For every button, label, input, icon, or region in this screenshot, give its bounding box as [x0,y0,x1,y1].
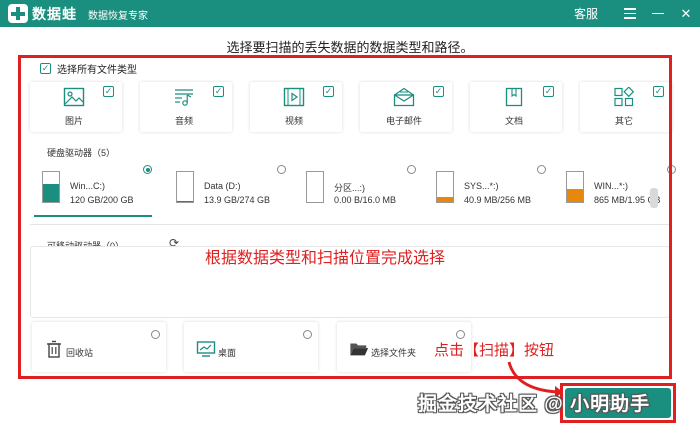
file-type-label: 电子邮件 [385,116,422,126]
drive-radio[interactable] [277,165,286,174]
other-icon [614,87,635,107]
drive-item-win[interactable]: WIN...*:) 865 MB/1.95 GB [558,165,676,217]
app-brand: 数据蛙 [32,6,77,22]
location-desktop[interactable]: 桌面 [184,322,318,372]
watermark-text: 掘金技术社区 @ 小明助手 [418,394,651,415]
drive-icon [42,171,60,203]
location-label: 回收站 [66,348,94,358]
drive-item-c[interactable]: Win...C:) 120 GB/200 GB [34,165,152,217]
hard-drive-list: Win...C:) 120 GB/200 GB Data (D:) 13.9 G… [30,157,676,225]
app-subtitle: 数据恢复专家 [88,11,148,22]
file-type-card-video[interactable]: ✓ 视频 [250,82,342,132]
drive-size: 13.9 GB/274 GB [204,195,271,205]
menu-icon[interactable] [616,0,644,27]
title-bar: 数据蛙 数据恢复专家 客服 ✕ [0,0,700,27]
page-heading: 选择要扫描的丢失数据的数据类型和路径。 [226,40,474,55]
checkbox-checked-icon[interactable]: ✓ [323,86,334,97]
location-recycle-bin[interactable]: 回收站 [32,322,166,372]
drive-icon [306,171,324,203]
drive-size: 120 GB/200 GB [70,195,134,205]
location-radio[interactable] [303,330,312,339]
drive-item-d[interactable]: Data (D:) 13.9 GB/274 GB [168,165,286,217]
location-label: 选择文件夹 [371,348,417,358]
folder-icon [350,343,369,356]
drive-item-sys[interactable]: SYS...*:) 40.9 MB/256 MB [428,165,546,217]
checkbox-checked-icon[interactable]: ✓ [543,86,554,97]
selected-underline [34,215,152,217]
drive-name: Win...C:) [70,181,105,191]
drive-size: 0.00 B/16.0 MB [334,195,397,205]
drive-size: 40.9 MB/256 MB [464,195,532,205]
drive-icon [176,171,194,203]
checkbox-checked-icon[interactable]: ✓ [433,86,444,97]
recycle-bin-icon [47,340,61,358]
customer-service-link[interactable]: 客服 [574,5,598,22]
location-radio[interactable] [151,330,160,339]
annotation-text: 根据数据类型和扫描位置完成选择 [205,250,446,267]
file-type-label: 文档 [504,116,523,126]
drive-name: 分区...:) [334,183,365,193]
drive-radio-selected[interactable] [143,165,152,174]
drive-radio[interactable] [407,165,416,174]
file-type-card-email[interactable]: ✓ 电子邮件 [360,82,452,132]
file-type-label: 其它 [614,116,633,126]
drive-item-partition[interactable]: 分区...:) 0.00 B/16.0 MB [298,165,416,217]
location-radio[interactable] [456,330,465,339]
document-icon [505,87,523,107]
video-icon [283,87,305,107]
drive-name: Data (D:) [204,181,241,191]
file-type-label: 视频 [284,116,303,126]
desktop-icon [196,341,216,357]
location-label: 桌面 [218,348,237,358]
mail-icon [393,87,415,107]
select-all-label: 选择所有文件类型 [57,65,137,76]
checkbox-checked-icon[interactable]: ✓ [103,86,114,97]
annotation-text: 点击【扫描】按钮 [434,342,555,359]
checkbox-checked-icon[interactable]: ✓ [213,86,224,97]
drive-radio[interactable] [667,165,676,174]
drive-name: WIN...*:) [594,181,628,191]
checkbox-checked-icon[interactable]: ✓ [653,86,664,97]
file-type-list: ✓ 图片 ✓ 音频 ✓ 视频 ✓ 电子邮件 ✓ 文档 ✓ 其它 [30,82,672,132]
file-type-label: 图片 [64,116,83,126]
file-type-label: 音频 [174,116,193,126]
hard-drive-scrollbar[interactable] [650,188,658,208]
select-all-checkbox[interactable]: ✓ 选择所有文件类型 [40,61,137,76]
image-icon [63,87,85,107]
drive-radio[interactable] [537,165,546,174]
drive-icon [566,171,584,203]
file-type-card-document[interactable]: ✓ 文档 [470,82,562,132]
file-type-card-other[interactable]: ✓ 其它 [580,82,672,132]
music-icon [175,89,193,106]
minimize-icon[interactable] [644,0,672,27]
checkbox-checked-icon: ✓ [40,63,51,74]
drive-name: SYS...*:) [464,181,499,191]
file-type-card-image[interactable]: ✓ 图片 [30,82,122,132]
file-type-card-audio[interactable]: ✓ 音频 [140,82,232,132]
close-icon[interactable]: ✕ [672,0,700,27]
drive-icon [436,171,454,203]
app-logo-icon [8,4,28,23]
